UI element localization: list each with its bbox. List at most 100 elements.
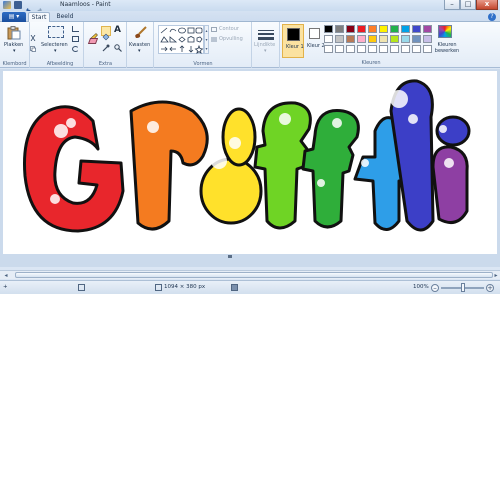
rotate-icon[interactable] (72, 46, 79, 52)
palette-swatch[interactable] (423, 45, 432, 53)
text-tool-icon[interactable]: A (114, 25, 121, 35)
undo-icon[interactable] (25, 1, 33, 15)
palette-swatch[interactable] (401, 45, 410, 53)
maximize-button[interactable]: □ (460, 0, 476, 10)
palette-swatch[interactable] (379, 25, 388, 33)
select-dropdown-icon: ▾ (54, 48, 57, 54)
palette-swatch[interactable] (324, 45, 333, 53)
palette-swatch[interactable] (390, 45, 399, 53)
pencil-icon[interactable] (89, 27, 98, 42)
palette-swatch[interactable] (401, 35, 410, 43)
shapes-gallery[interactable] (158, 25, 204, 54)
palette-swatch[interactable] (390, 35, 399, 43)
color-picker-icon[interactable] (102, 37, 110, 52)
palette-swatch[interactable] (346, 45, 355, 53)
palette-swatch[interactable] (357, 25, 366, 33)
palette-swatch[interactable] (335, 45, 344, 53)
highlight-shine (444, 158, 454, 168)
palette-swatch[interactable] (346, 25, 355, 33)
palette-swatch[interactable] (346, 35, 355, 43)
color1-button[interactable]: Kleur 1 (282, 24, 304, 58)
color2-label[interactable]: Kleur 2 (307, 43, 325, 49)
palette-swatch[interactable] (335, 35, 344, 43)
palette-swatch[interactable] (412, 25, 421, 33)
palette-swatch[interactable] (379, 35, 388, 43)
edit-colors-icon[interactable] (438, 25, 452, 38)
magnifier-icon[interactable] (114, 37, 122, 52)
zoom-out-button[interactable]: – (431, 284, 439, 292)
select-icon[interactable] (48, 26, 64, 38)
clipboard-group-label: Klembord (2, 61, 27, 67)
paste-icon[interactable] (7, 25, 21, 40)
brushes-dropdown-icon: ▾ (138, 48, 141, 54)
highlight-shine (408, 114, 418, 124)
shapes-group: ▴ ▾ ▾ Contour Opvulling Vormen (155, 22, 252, 68)
palette-swatch[interactable] (390, 25, 399, 33)
paste-dropdown-icon: ▾ (13, 48, 16, 54)
shapes-scroll-icon[interactable]: ▴ ▾ ▾ (204, 25, 209, 54)
redo-icon[interactable] (35, 1, 43, 15)
copy-icon[interactable] (30, 37, 36, 52)
letter-a (199, 157, 263, 225)
ribbon-tab-row: ▤ ▾ Start Beeld ? (0, 11, 500, 23)
horizontal-scrollbar[interactable]: ◂ ▸ (0, 270, 500, 279)
outline-button-label[interactable]: Contour (219, 26, 239, 32)
clipboard-group: Plakken ▾ Klembord (0, 22, 30, 68)
close-button[interactable]: x (476, 0, 498, 10)
highlight-shine (50, 194, 60, 204)
shapes-group-label: Vormen (193, 61, 213, 67)
scroll-right-icon[interactable]: ▸ (492, 271, 500, 280)
highlight-shine (390, 90, 408, 108)
eraser-icon[interactable] (87, 38, 99, 44)
palette-swatch[interactable] (368, 45, 377, 53)
palette-swatch[interactable] (412, 45, 421, 53)
edit-colors-label[interactable]: Kleuren bewerken (434, 42, 460, 54)
zoom-in-button[interactable]: + (486, 284, 494, 292)
fill-button-label[interactable]: Opvulling (219, 36, 243, 42)
zoom-slider-thumb[interactable] (461, 283, 465, 292)
palette-swatch[interactable] (324, 25, 333, 33)
image-size-icon (155, 284, 162, 291)
file-menu-button[interactable]: ▤ ▾ (2, 12, 26, 22)
crop-icon[interactable] (72, 26, 79, 32)
color2-swatch[interactable] (309, 28, 320, 39)
palette-swatch[interactable] (368, 25, 377, 33)
highlight-shine (147, 121, 159, 133)
image-group-label: Afbeelding (46, 61, 74, 67)
highlight-shine (361, 159, 369, 167)
cut-icon[interactable] (30, 26, 36, 42)
tab-start-label: Start (31, 14, 47, 21)
palette-swatch[interactable] (401, 25, 410, 33)
letter-a-top (221, 107, 257, 167)
palette-swatch[interactable] (423, 25, 432, 33)
ribbon: Plakken ▾ Klembord Selecteren ▾ Afbeeldi… (0, 22, 500, 68)
minimize-button[interactable]: – (444, 0, 460, 10)
save-icon[interactable] (14, 1, 22, 9)
tools-group: A Extra (85, 22, 127, 68)
resize-icon[interactable] (72, 36, 79, 42)
palette-swatch[interactable] (324, 35, 333, 43)
drawing-canvas[interactable] (3, 71, 497, 254)
fill-icon[interactable] (211, 37, 217, 42)
palette-swatch[interactable] (335, 25, 344, 33)
colors-group-label: Kleuren (361, 60, 381, 66)
palette-swatch[interactable] (379, 45, 388, 53)
brush-icon[interactable] (133, 25, 148, 39)
palette-swatch[interactable] (357, 35, 366, 43)
scrollbar-thumb[interactable] (15, 272, 493, 278)
fill-bucket-icon[interactable] (101, 26, 111, 41)
palette-swatch[interactable] (423, 35, 432, 43)
canvas-resize-handle[interactable] (228, 255, 232, 258)
scroll-left-icon[interactable]: ◂ (2, 271, 10, 280)
palette-swatch[interactable] (412, 35, 421, 43)
size-dropdown-icon: ▾ (264, 48, 267, 54)
palette-swatch[interactable] (357, 45, 366, 53)
disk-size-icon (231, 284, 238, 291)
help-icon[interactable]: ? (488, 13, 496, 21)
palette-swatch[interactable] (368, 35, 377, 43)
outline-icon[interactable] (211, 27, 217, 32)
line-size-icon[interactable] (258, 26, 274, 40)
quick-access-dropdown-icon[interactable] (46, 1, 54, 14)
paint-app-icon[interactable] (3, 1, 11, 9)
zoom-level: 100% (413, 284, 429, 290)
